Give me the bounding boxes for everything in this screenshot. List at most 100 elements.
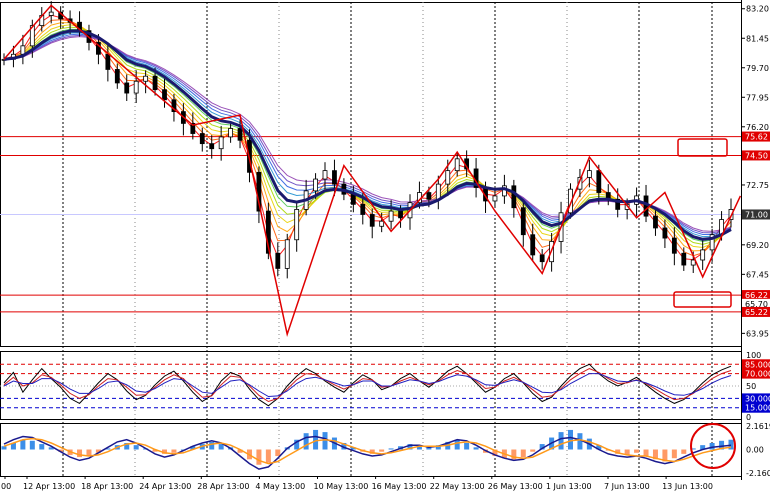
candle-body <box>435 183 441 200</box>
macd-histogram-bar <box>39 444 45 450</box>
candle-body <box>152 75 158 91</box>
y-tick-label: 81.45 <box>746 34 769 43</box>
macd-tick-label: 0.00 <box>746 446 764 455</box>
candle-body <box>671 237 677 254</box>
oscillator-line <box>3 363 732 407</box>
candle-body <box>143 75 149 82</box>
candle-body <box>322 170 328 180</box>
candle-body <box>105 53 111 70</box>
candle-body <box>653 215 658 229</box>
y-tick-label: 72.75 <box>746 181 769 190</box>
macd-histogram-bar <box>558 432 564 450</box>
oscillator-tag-label: 15.000 <box>745 404 770 413</box>
candle-body <box>530 234 536 256</box>
price-tag-label: 75.62 <box>745 133 768 142</box>
candle-body <box>586 170 592 178</box>
candle-body <box>284 239 290 269</box>
oscillator-tag-label: 30.000 <box>745 394 770 403</box>
y-tick-label: 69.20 <box>746 241 769 250</box>
candle-body <box>199 133 205 145</box>
candle-body <box>492 195 498 202</box>
x-tick-label: 26 May 13:00 <box>488 482 543 491</box>
macd-histogram-bar <box>388 448 394 450</box>
annotation-box <box>677 138 728 157</box>
candle-body <box>454 158 460 172</box>
macd-histogram-bar <box>275 449 281 457</box>
candle-body <box>539 254 545 263</box>
oscillator-tick-label: 0 <box>746 413 751 422</box>
candle-body <box>398 210 403 219</box>
price-tag-label: 71.00 <box>745 210 768 219</box>
macd-histogram-bar <box>256 449 262 465</box>
price-tag-label: 65.22 <box>745 308 768 317</box>
macd-histogram-bar <box>643 449 649 457</box>
candle-body <box>388 210 394 222</box>
x-tick-label: 22 May 13:00 <box>430 482 485 491</box>
macd-histogram-bar <box>1 446 7 450</box>
macd-histogram-bar <box>709 442 715 450</box>
x-tick-label: 16 May 13:00 <box>372 482 427 491</box>
macd-histogram-bar <box>265 449 271 463</box>
macd-histogram-bar <box>567 429 573 450</box>
candle-body <box>124 82 130 94</box>
candle-body <box>511 185 517 209</box>
x-tick-label: 24 Apr 13:00 <box>139 482 191 491</box>
macd-histogram-bar <box>454 439 460 450</box>
candle-body <box>114 69 120 84</box>
candle-body <box>162 89 167 101</box>
oscillator-tag-label: 70.000 <box>745 370 770 379</box>
candle-body <box>700 249 706 261</box>
candle-body <box>237 128 243 141</box>
ema-ribbon-line <box>3 14 732 261</box>
macd-tick-label: 2.1619 <box>746 422 770 431</box>
x-tick-label: 4 May 13:00 <box>255 482 305 491</box>
x-tick-label: 7 Jun 13:00 <box>604 482 650 491</box>
x-tick-label: 1 Jun 13:00 <box>546 482 592 491</box>
macd-histogram-bar <box>322 432 328 450</box>
macd-histogram-bar <box>681 449 687 454</box>
macd-histogram-bar <box>171 449 177 453</box>
ema-ribbon-line <box>3 19 732 257</box>
candle-body <box>313 178 318 192</box>
candle-body <box>209 143 215 150</box>
macd-histogram-bar <box>29 440 35 450</box>
macd-line <box>3 437 732 465</box>
price-tag-label: 66.22 <box>745 291 768 300</box>
ema-ribbon-line <box>3 26 732 245</box>
x-tick-label: 00 <box>1 482 11 491</box>
macd-histogram-bar <box>464 442 470 450</box>
macd-histogram-bar <box>379 449 385 452</box>
price-tag-label: 74.50 <box>745 151 768 160</box>
oscillator-tick-label: 100 <box>746 351 761 360</box>
y-tick-label: 79.70 <box>746 64 769 73</box>
chart-canvas: 83.20 81.45 79.70 77.95 76.20 74.50 72.75 71.00… <box>0 0 770 491</box>
y-tick-label: 76.20 <box>746 123 769 132</box>
candle-body <box>445 170 451 185</box>
chart-window: 83.20 81.45 79.70 77.95 76.20 74.50 72.75 71.00… <box>0 0 770 495</box>
candle-body <box>228 128 233 138</box>
y-tick-label: 83.20 <box>746 5 769 14</box>
x-tick-label: 12 Apr 13:00 <box>23 482 75 491</box>
y-tick-label: 63.95 <box>746 329 769 338</box>
macd-tick-label: -2.1606 <box>746 469 770 478</box>
macd-histogram-bar <box>209 441 215 450</box>
candle-body <box>48 11 54 16</box>
annotation-box <box>673 291 732 308</box>
candle-body <box>369 214 375 227</box>
x-tick-label: 13 Jun 13:00 <box>662 482 713 491</box>
macd-histogram-bar <box>313 429 319 450</box>
y-tick-label: 77.95 <box>746 93 769 102</box>
oscillator-tag-label: 85.000 <box>745 360 770 369</box>
candle-body <box>426 192 432 200</box>
macd-histogram-bar <box>303 433 309 450</box>
candle-body <box>662 227 668 239</box>
macd-histogram-bar <box>634 449 640 453</box>
candle-body <box>332 170 337 185</box>
candle-body <box>294 209 300 241</box>
macd-histogram-bar <box>520 449 526 458</box>
candle-body <box>133 80 139 94</box>
candle-body <box>350 193 356 205</box>
candle-body <box>20 45 26 55</box>
candle-body <box>520 207 526 236</box>
candle-body <box>218 136 224 150</box>
